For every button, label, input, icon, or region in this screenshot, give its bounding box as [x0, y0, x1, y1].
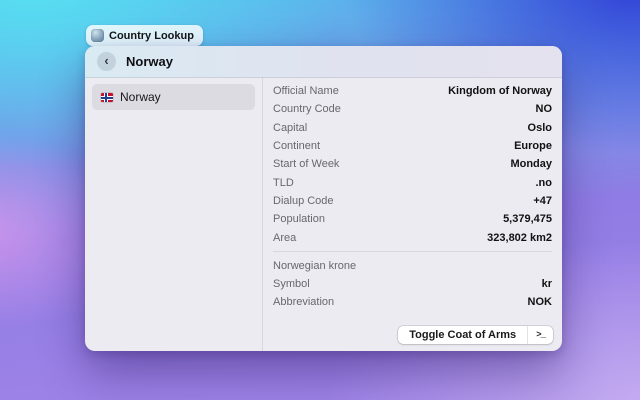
detail-value: 5,379,475 — [503, 213, 552, 226]
detail-value: Europe — [514, 140, 552, 153]
detail-row-capital: Capital Oslo — [273, 119, 552, 137]
detail-row-area: Area 323,802 km2 — [273, 228, 552, 246]
detail-row-start-of-week: Start of Week Monday — [273, 155, 552, 173]
window-tab[interactable]: Country Lookup — [86, 25, 203, 46]
detail-label: Dialup Code — [273, 194, 334, 207]
detail-label: Capital — [273, 121, 308, 134]
currency-name: Norwegian krone — [273, 259, 357, 272]
detail-row-official-name: Official Name Kingdom of Norway — [273, 82, 552, 100]
chevron-left-icon: ‹ — [104, 53, 109, 68]
terminal-prompt-icon: >_ — [536, 330, 546, 340]
detail-label: Abbreviation — [273, 296, 335, 309]
detail-row-dialup-code: Dialup Code +47 — [273, 192, 552, 210]
sidebar: Norway — [85, 78, 263, 351]
back-button[interactable]: ‹ — [97, 52, 116, 71]
page-title: Norway — [126, 54, 173, 69]
detail-label: Area — [273, 231, 297, 244]
detail-value: kr — [541, 278, 552, 291]
detail-value: 323,802 km2 — [487, 231, 552, 244]
window-content: Norway Official Name Kingdom of Norway C… — [85, 78, 562, 351]
currency-section-title-row: Norwegian krone — [273, 257, 552, 275]
detail-value: NO — [535, 103, 553, 116]
sidebar-item-norway[interactable]: Norway — [92, 84, 255, 110]
norway-flag-icon — [101, 92, 113, 102]
detail-label: Country Code — [273, 103, 341, 116]
detail-label: Official Name — [273, 85, 339, 98]
detail-row-abbreviation: Abbreviation NOK — [273, 293, 552, 311]
sidebar-item-label: Norway — [120, 90, 161, 104]
footer-actions: Toggle Coat of Arms >_ — [398, 326, 553, 344]
toggle-coat-of-arms-button[interactable]: Toggle Coat of Arms — [398, 326, 527, 344]
titlebar: ‹ Norway — [85, 46, 562, 78]
detail-label: Continent — [273, 140, 321, 153]
detail-value: .no — [535, 176, 553, 189]
section-divider — [273, 251, 552, 253]
detail-label: Symbol — [273, 278, 310, 291]
detail-value: +47 — [533, 194, 552, 207]
detail-row-continent: Continent Europe — [273, 137, 552, 155]
window-tab-title: Country Lookup — [109, 29, 194, 42]
terminal-shortcut-button[interactable]: >_ — [527, 326, 553, 344]
detail-panel: Official Name Kingdom of Norway Country … — [263, 78, 562, 351]
detail-label: Population — [273, 213, 325, 226]
detail-value: Monday — [510, 158, 552, 171]
detail-row-tld: TLD .no — [273, 173, 552, 191]
button-group: Toggle Coat of Arms >_ — [398, 326, 553, 344]
app-icon — [91, 29, 104, 42]
detail-label: Start of Week — [273, 158, 340, 171]
detail-value: Kingdom of Norway — [448, 85, 552, 98]
detail-row-country-code: Country Code NO — [273, 100, 552, 118]
detail-value: NOK — [527, 296, 552, 309]
detail-label: TLD — [273, 176, 294, 189]
detail-value: Oslo — [527, 121, 552, 134]
detail-row-symbol: Symbol kr — [273, 275, 552, 293]
country-lookup-window: ‹ Norway Norway Official Name Kingdom of… — [85, 46, 562, 351]
detail-row-population: Population 5,379,475 — [273, 210, 552, 228]
